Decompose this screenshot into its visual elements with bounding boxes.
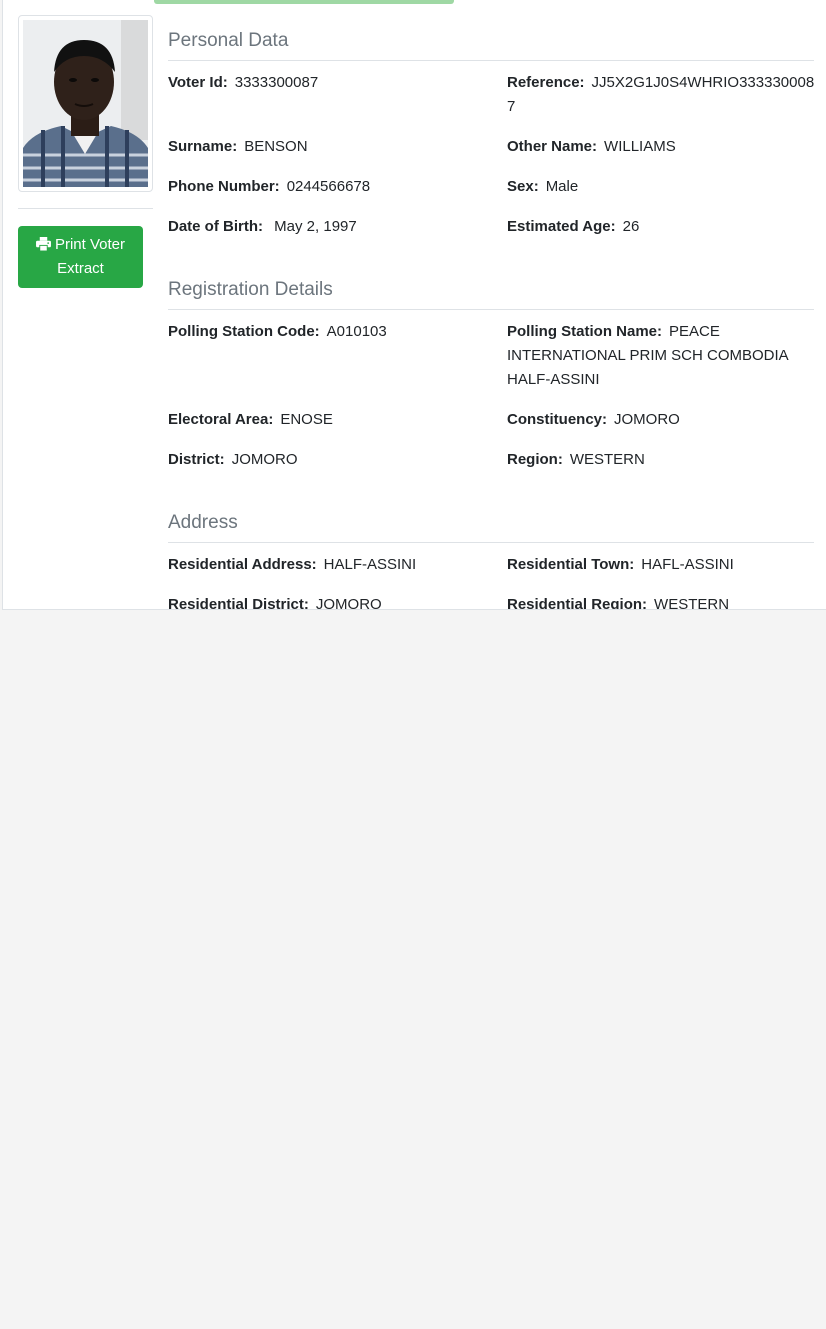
field-ps-name: Polling Station Name: PEACE INTERNATIONAL… bbox=[507, 320, 817, 392]
print-voter-extract-button[interactable]: Print Voter Extract bbox=[18, 226, 143, 288]
other-name-label: Other Name: bbox=[507, 138, 598, 155]
voter-details-card: Print Voter Extract Personal Data Voter … bbox=[2, 0, 826, 610]
field-reference: Reference: JJ5X2G1J0S4WHRIO3333300087 bbox=[507, 71, 817, 119]
field-electoral-area: Electoral Area: ENOSE bbox=[168, 408, 488, 432]
printer-icon bbox=[36, 237, 51, 252]
res-region-label: Residential Region: bbox=[507, 596, 648, 610]
ps-code-value: A010103 bbox=[326, 323, 387, 340]
res-town-label: Residential Town: bbox=[507, 556, 635, 573]
res-district-label: Residential District: bbox=[168, 596, 309, 610]
voter-id-label: Voter Id: bbox=[168, 74, 228, 91]
age-label: Estimated Age: bbox=[507, 218, 616, 235]
field-sex: Sex: Male bbox=[507, 175, 817, 199]
res-region-value: WESTERN bbox=[654, 596, 730, 610]
field-other-name: Other Name: WILLIAMS bbox=[507, 135, 817, 159]
section-title-address: Address bbox=[168, 512, 814, 543]
voter-photo-frame bbox=[18, 15, 153, 192]
electoral-area-label: Electoral Area: bbox=[168, 411, 274, 428]
constituency-label: Constituency: bbox=[507, 411, 608, 428]
field-district: District: JOMORO bbox=[168, 448, 488, 472]
age-value: 26 bbox=[622, 218, 640, 235]
dob-label: Date of Birth: bbox=[168, 218, 263, 235]
field-res-district: Residential District: JOMORO bbox=[168, 593, 488, 610]
field-age: Estimated Age: 26 bbox=[507, 215, 817, 239]
dob-value: May 2, 1997 bbox=[274, 218, 357, 235]
district-label: District: bbox=[168, 451, 225, 468]
sidebar-divider bbox=[18, 208, 153, 209]
field-voter-id: Voter Id: 3333300087 bbox=[168, 71, 488, 95]
section-title-personal: Personal Data bbox=[168, 30, 814, 61]
status-bar bbox=[154, 0, 454, 4]
electoral-area-value: ENOSE bbox=[280, 411, 333, 428]
region-label: Region: bbox=[507, 451, 563, 468]
district-value: JOMORO bbox=[231, 451, 298, 468]
res-town-value: HAFL-ASSINI bbox=[641, 556, 734, 573]
field-res-town: Residential Town: HAFL-ASSINI bbox=[507, 553, 817, 577]
field-ps-code: Polling Station Code: A010103 bbox=[168, 320, 488, 344]
constituency-value: JOMORO bbox=[614, 411, 680, 428]
res-address-value: HALF-ASSINI bbox=[323, 556, 417, 573]
ps-code-label: Polling Station Code: bbox=[168, 323, 320, 340]
voter-id-value: 3333300087 bbox=[234, 74, 319, 91]
field-phone: Phone Number: 0244566678 bbox=[168, 175, 488, 199]
surname-label: Surname: bbox=[168, 138, 238, 155]
field-constituency: Constituency: JOMORO bbox=[507, 408, 817, 432]
voter-photo bbox=[23, 20, 148, 187]
print-button-label: Print Voter Extract bbox=[54, 236, 126, 277]
section-title-registration: Registration Details bbox=[168, 279, 814, 310]
ps-name-label: Polling Station Name: bbox=[507, 323, 663, 340]
field-res-address: Residential Address: HALF-ASSINI bbox=[168, 553, 488, 577]
region-value: WESTERN bbox=[569, 451, 645, 468]
other-name-value: WILLIAMS bbox=[604, 138, 676, 155]
res-address-label: Residential Address: bbox=[168, 556, 317, 573]
field-surname: Surname: BENSON bbox=[168, 135, 488, 159]
res-district-value: JOMORO bbox=[315, 596, 382, 610]
field-region: Region: WESTERN bbox=[507, 448, 817, 472]
phone-label: Phone Number: bbox=[168, 178, 280, 195]
person-photo-icon bbox=[23, 20, 148, 187]
sex-value: Male bbox=[545, 178, 579, 195]
sex-label: Sex: bbox=[507, 178, 539, 195]
surname-value: BENSON bbox=[244, 138, 308, 155]
reference-label: Reference: bbox=[507, 74, 585, 91]
field-res-region: Residential Region: WESTERN bbox=[507, 593, 817, 610]
phone-value: 0244566678 bbox=[286, 178, 371, 195]
field-dob: Date of Birth: May 2, 1997 bbox=[168, 215, 488, 239]
